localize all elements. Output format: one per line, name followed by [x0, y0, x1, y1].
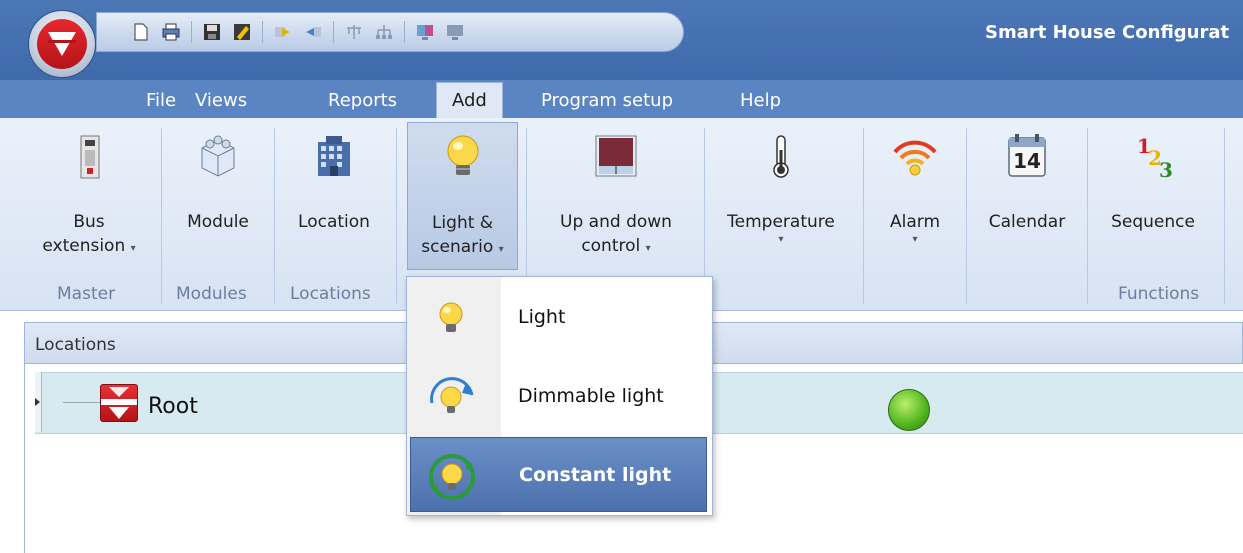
root-location-icon: [100, 384, 138, 422]
network-icon[interactable]: [344, 22, 364, 42]
location-button[interactable]: Location: [282, 122, 386, 262]
module-label: Module: [187, 212, 249, 232]
dimmable-bulb-icon: [426, 373, 476, 423]
toolbar-separator: [404, 21, 405, 43]
sequence-button[interactable]: 1 2 3 Sequence: [1092, 122, 1214, 262]
group-label-master: Master: [57, 284, 116, 304]
light-scenario-button[interactable]: Light & scenario ▾: [407, 122, 518, 270]
sequence-label: Sequence: [1111, 212, 1195, 232]
calendar-icon: 14: [1003, 132, 1051, 180]
toolbar-separator: [333, 21, 334, 43]
alarm-label: Alarm: [889, 212, 941, 232]
brand-logo-icon: [37, 19, 87, 69]
calendar-label: Calendar: [988, 212, 1066, 232]
toolbar-separator: [191, 21, 192, 43]
menu-item-light-label: Light: [518, 306, 566, 328]
ribbon-separator: [966, 128, 967, 304]
module-button[interactable]: Module: [170, 122, 266, 262]
print-icon[interactable]: [161, 22, 181, 42]
light-scenario-dropdown: Light Dimmable light Constant light: [406, 276, 713, 516]
ribbon-separator: [274, 128, 275, 304]
import-icon[interactable]: [303, 22, 323, 42]
topology-icon[interactable]: [374, 22, 394, 42]
temperature-label: Temperature: [727, 212, 835, 232]
toolbar-separator: [262, 21, 263, 43]
tree-row-selector[interactable]: [35, 372, 42, 432]
status-indicator: [888, 389, 930, 431]
ribbon-separator: [396, 128, 397, 304]
dropdown-caret-icon: ▾: [498, 244, 504, 255]
sequence-icon: 1 2 3: [1129, 132, 1177, 182]
edit-icon[interactable]: [232, 22, 252, 42]
light-scenario-label-1: Light &: [431, 213, 494, 233]
bus-extension-label-1: Bus: [73, 212, 105, 232]
ribbon-separator: [161, 128, 162, 304]
calendar-day: 14: [1013, 149, 1041, 173]
alarm-button[interactable]: Alarm ▾: [870, 122, 960, 262]
bus-extension-icon: [65, 132, 113, 180]
new-document-icon[interactable]: [131, 22, 151, 42]
sequence-digit-3: 3: [1159, 158, 1173, 182]
app-menu-button[interactable]: [28, 10, 96, 78]
bus-extension-button[interactable]: Bus extension ▾: [30, 122, 148, 262]
menu-item-constant-light-label: Constant light: [519, 464, 672, 486]
group-label-modules: Modules: [176, 284, 247, 304]
window-title: Smart House Configurat: [985, 22, 1230, 43]
group-label-locations: Locations: [290, 284, 371, 304]
monitor-icon[interactable]: [445, 22, 465, 42]
dropdown-caret-icon: ▾: [130, 243, 136, 254]
menu-reports[interactable]: Reports: [328, 87, 397, 115]
ribbon-separator: [1087, 128, 1088, 304]
bus-extension-label-2: extension: [42, 236, 126, 256]
menu-add[interactable]: Add: [436, 82, 503, 118]
constant-light-icon: [427, 452, 477, 502]
dropdown-caret-icon: ▾: [645, 243, 651, 254]
alarm-signal-icon: [891, 132, 939, 180]
ribbon-separator: [863, 128, 864, 304]
monitor-color-icon[interactable]: [415, 22, 435, 42]
window-blind-icon: [592, 132, 640, 180]
location-label: Location: [298, 212, 370, 232]
menu-file[interactable]: File: [146, 87, 176, 115]
menu-item-constant-light[interactable]: Constant light: [410, 437, 707, 512]
group-label-functions: Functions: [1118, 284, 1200, 304]
menu-bar: File Views Reports Add Program setup Hel…: [0, 80, 1243, 118]
thermometer-icon: [757, 132, 805, 180]
menu-program-setup[interactable]: Program setup: [541, 87, 673, 115]
quick-access-toolbar: [96, 12, 684, 52]
temperature-button[interactable]: Temperature ▾: [706, 122, 856, 262]
up-down-label-2: control: [581, 236, 641, 256]
up-down-control-button[interactable]: Up and down control ▾: [536, 122, 696, 262]
root-label[interactable]: Root: [148, 394, 198, 419]
bulb-icon: [439, 133, 487, 181]
calendar-button[interactable]: 14 Calendar: [972, 122, 1082, 262]
export-icon[interactable]: [273, 22, 293, 42]
module-icon: [194, 132, 242, 180]
light-scenario-label-2: scenario: [421, 237, 494, 257]
bulb-icon: [426, 294, 476, 344]
dropdown-caret-icon: ▾: [912, 234, 918, 245]
title-bar: Smart House Configurat: [0, 0, 1243, 80]
up-down-label-1: Up and down: [560, 212, 672, 232]
tree-connector-line: [63, 402, 101, 403]
building-icon: [310, 132, 358, 180]
menu-item-dimmable-light[interactable]: Dimmable light: [410, 359, 707, 434]
menu-item-light[interactable]: Light: [410, 280, 707, 355]
menu-item-dimmable-light-label: Dimmable light: [518, 385, 664, 407]
dropdown-caret-icon: ▾: [778, 234, 784, 245]
ribbon-separator: [1224, 128, 1225, 304]
menu-help[interactable]: Help: [740, 87, 781, 115]
menu-views[interactable]: Views: [195, 87, 247, 115]
save-icon[interactable]: [202, 22, 222, 42]
